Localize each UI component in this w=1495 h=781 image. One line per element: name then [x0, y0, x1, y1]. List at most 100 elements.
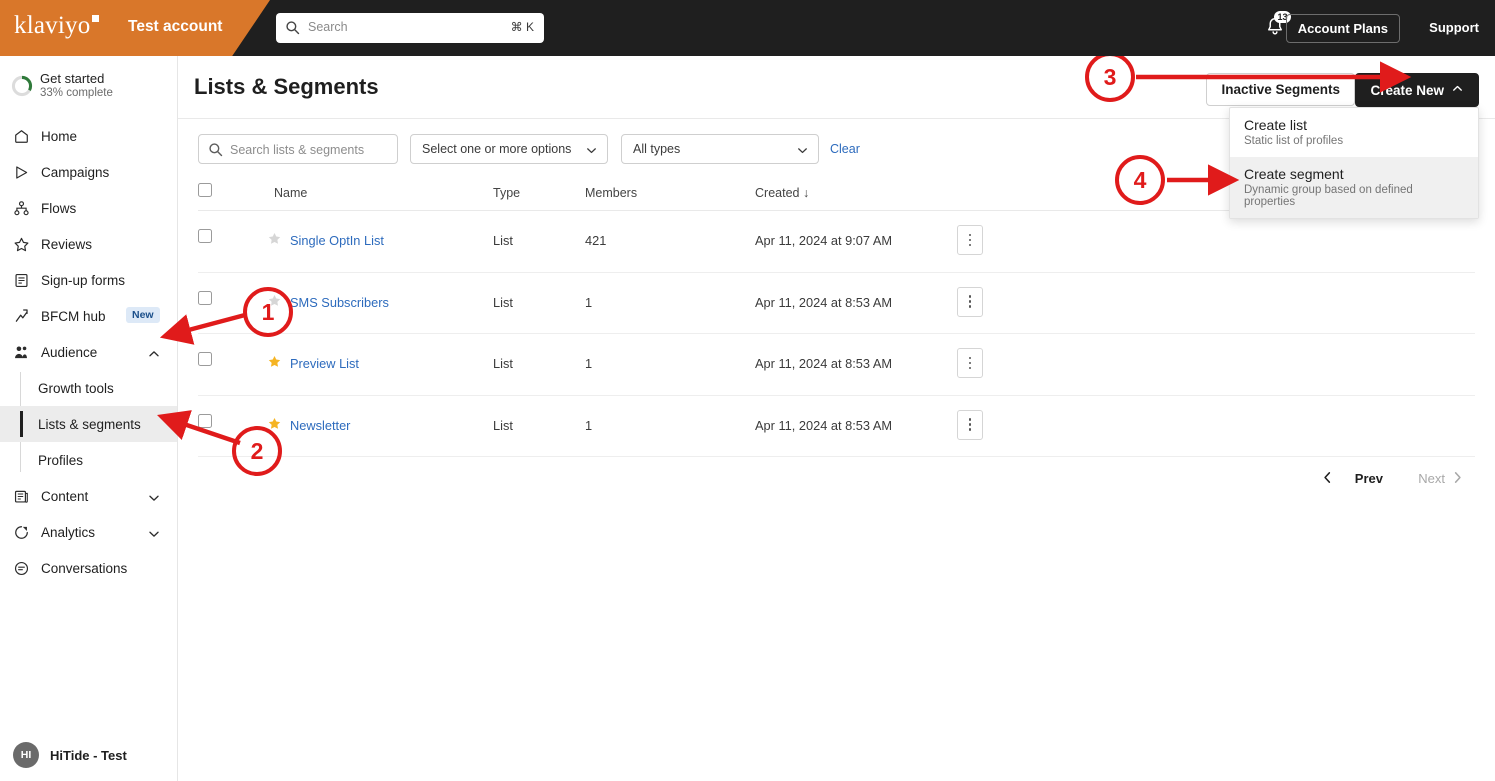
menu-item-title: Create segment: [1244, 166, 1464, 182]
sidebar-item-content[interactable]: Content: [0, 478, 177, 514]
options-select[interactable]: Select one or more options: [410, 134, 608, 164]
list-created: Apr 11, 2024 at 8:53 AM: [755, 356, 892, 371]
sidebar-item-profiles[interactable]: Profiles: [0, 442, 177, 478]
create-new-button[interactable]: Create New: [1355, 73, 1479, 107]
types-select[interactable]: All types: [621, 134, 819, 164]
sidebar-nav: Home Campaigns Flows: [0, 118, 177, 586]
column-header-created[interactable]: Created ↓: [755, 186, 809, 200]
row-checkbox[interactable]: [198, 414, 212, 428]
progress-ring-icon: [11, 75, 33, 97]
logo-square-icon: [92, 15, 99, 22]
search-icon: [208, 142, 223, 157]
row-checkbox[interactable]: [198, 352, 212, 366]
row-actions-menu-button[interactable]: [957, 287, 983, 317]
sidebar-item-label: Audience: [41, 345, 97, 360]
sidebar-item-lists-and-segments[interactable]: Lists & segments: [0, 406, 177, 442]
sort-descending-icon: ↓: [803, 186, 809, 200]
list-type: List: [493, 295, 513, 310]
main-content: Lists & Segments Inactive Segments Creat…: [178, 56, 1495, 781]
list-name-link[interactable]: SMS Subscribers: [290, 295, 389, 310]
account-name: Test account: [128, 18, 222, 36]
column-header-name[interactable]: Name: [274, 186, 307, 200]
search-lists-input[interactable]: Search lists & segments: [198, 134, 398, 164]
clear-filters-link[interactable]: Clear: [830, 142, 860, 156]
table-row[interactable]: Single OptIn List List 421 Apr 11, 2024 …: [198, 211, 1475, 273]
sidebar-item-conversations[interactable]: Conversations: [0, 550, 177, 586]
klaviyo-app: klaviyo Test account Search ⌘ K 13 Accou…: [0, 0, 1495, 781]
list-type: List: [493, 418, 513, 433]
user-account-row[interactable]: HI HiTide - Test: [0, 737, 178, 773]
select-all-checkbox[interactable]: [198, 183, 212, 197]
content-icon: [12, 487, 30, 505]
sidebar-subitem-label: Growth tools: [38, 381, 114, 396]
lists-table: Name Type Members Created ↓ Single OptIn…: [198, 181, 1475, 505]
sidebar-item-bfcm-hub[interactable]: BFCM hub New: [0, 298, 177, 334]
list-name-link[interactable]: Single OptIn List: [290, 233, 384, 248]
prev-page-button[interactable]: Prev: [1355, 471, 1383, 486]
sidebar-item-label: Analytics: [41, 525, 95, 540]
row-actions-menu-button[interactable]: [957, 225, 983, 255]
table-row[interactable]: SMS Subscribers List 1 Apr 11, 2024 at 8…: [198, 273, 1475, 335]
chevron-down-icon[interactable]: [147, 491, 161, 510]
sidebar-subitem-label: Lists & segments: [38, 417, 141, 432]
chevron-up-icon[interactable]: [147, 347, 161, 366]
row-checkbox[interactable]: [198, 291, 212, 305]
get-started-widget[interactable]: Get started 33% complete: [0, 66, 177, 112]
notifications-button[interactable]: 13: [1264, 16, 1288, 40]
list-members: 1: [585, 295, 592, 310]
column-header-type[interactable]: Type: [493, 186, 520, 200]
support-link[interactable]: Support: [1429, 20, 1479, 35]
sidebar: Get started 33% complete Home Campaigns: [0, 56, 178, 781]
next-page-button[interactable]: Next: [1418, 471, 1445, 486]
form-icon: [12, 271, 30, 289]
annotation-marker-1: 1: [243, 287, 293, 337]
inactive-segments-button[interactable]: Inactive Segments: [1206, 73, 1355, 106]
chevron-up-icon: [1451, 82, 1464, 98]
favorite-star-icon[interactable]: [267, 231, 282, 251]
list-created: Apr 11, 2024 at 8:53 AM: [755, 418, 892, 433]
annotation-marker-3: 3: [1085, 52, 1135, 102]
sidebar-item-label: Reviews: [41, 237, 92, 252]
global-search-input[interactable]: Search ⌘ K: [276, 13, 544, 43]
chevron-down-icon: [585, 144, 598, 162]
user-name: HiTide - Test: [50, 748, 127, 763]
list-name-link[interactable]: Preview List: [290, 356, 359, 371]
row-checkbox[interactable]: [198, 229, 212, 243]
new-badge: New: [126, 307, 160, 323]
sidebar-item-growth-tools[interactable]: Growth tools: [0, 370, 177, 406]
chat-icon: [12, 559, 30, 577]
types-select-value: All types: [633, 142, 680, 156]
sidebar-item-home[interactable]: Home: [0, 118, 177, 154]
menu-item-create-segment[interactable]: Create segment Dynamic group based on de…: [1230, 157, 1478, 218]
menu-item-create-list[interactable]: Create list Static list of profiles: [1230, 108, 1478, 157]
row-actions-menu-button[interactable]: [957, 348, 983, 378]
sidebar-item-audience[interactable]: Audience: [0, 334, 177, 370]
flows-icon: [12, 199, 30, 217]
sidebar-item-reviews[interactable]: Reviews: [0, 226, 177, 262]
row-actions-menu-button[interactable]: [957, 410, 983, 440]
sidebar-item-analytics[interactable]: Analytics: [0, 514, 177, 550]
list-type: List: [493, 233, 513, 248]
column-header-members[interactable]: Members: [585, 186, 637, 200]
sidebar-item-campaigns[interactable]: Campaigns: [0, 154, 177, 190]
chevron-down-icon[interactable]: [147, 527, 161, 546]
annotation-marker-2: 2: [232, 426, 282, 476]
list-created: Apr 11, 2024 at 9:07 AM: [755, 233, 892, 248]
chevron-left-icon[interactable]: [1320, 470, 1335, 490]
audience-subnav: Growth tools Lists & segments Profiles: [0, 370, 177, 478]
account-plans-button[interactable]: Account Plans: [1286, 14, 1400, 43]
chevron-right-icon[interactable]: [1450, 470, 1465, 490]
analytics-icon: [12, 523, 30, 541]
sidebar-item-flows[interactable]: Flows: [0, 190, 177, 226]
list-name-link[interactable]: Newsletter: [290, 418, 350, 433]
home-icon: [12, 127, 30, 145]
avatar: HI: [13, 742, 39, 768]
table-row[interactable]: Newsletter List 1 Apr 11, 2024 at 8:53 A…: [198, 396, 1475, 458]
klaviyo-logo[interactable]: klaviyo: [14, 12, 99, 40]
star-icon: [12, 235, 30, 253]
favorite-star-icon[interactable]: [267, 354, 282, 374]
list-created: Apr 11, 2024 at 8:53 AM: [755, 295, 892, 310]
sidebar-item-signup-forms[interactable]: Sign-up forms: [0, 262, 177, 298]
table-row[interactable]: Preview List List 1 Apr 11, 2024 at 8:53…: [198, 334, 1475, 396]
sidebar-subitem-label: Profiles: [38, 453, 83, 468]
